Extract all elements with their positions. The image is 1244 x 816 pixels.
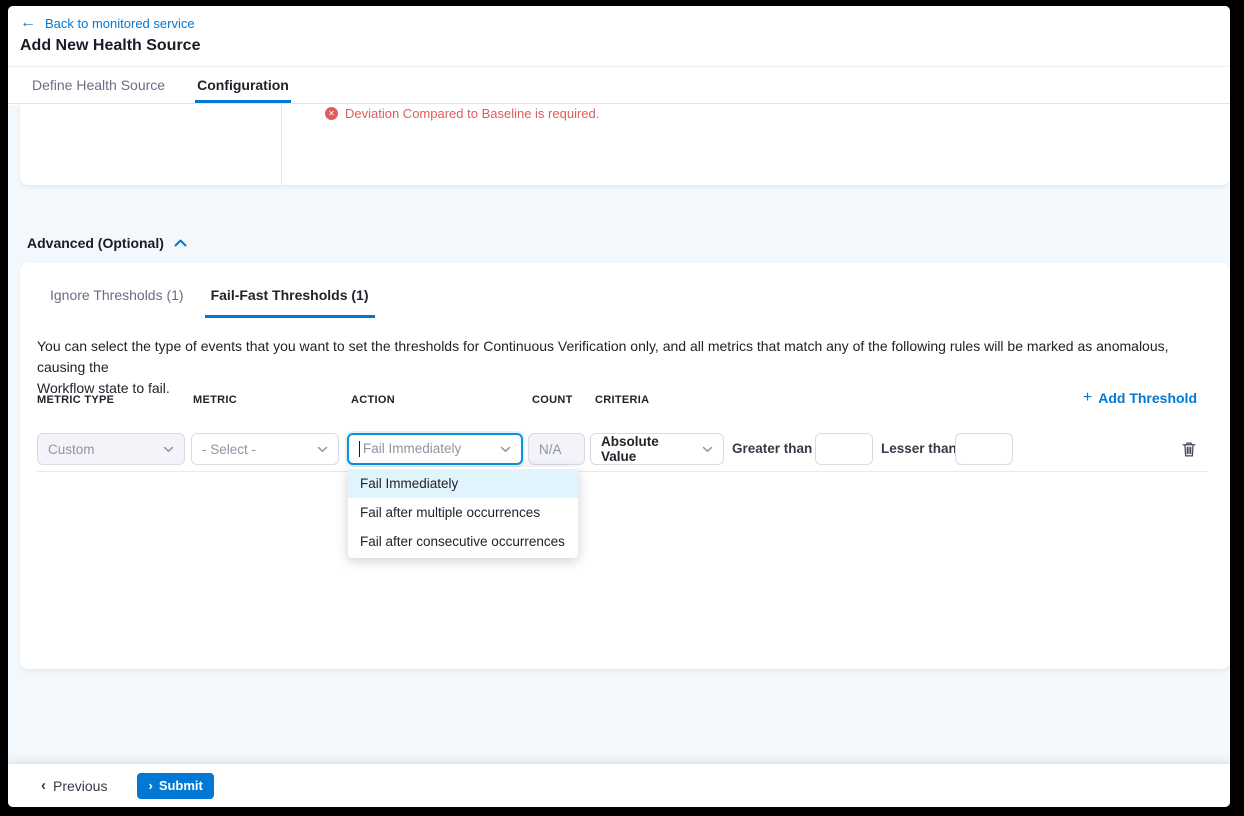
error-icon: ✕ bbox=[325, 107, 338, 120]
lesser-than-label: Lesser than bbox=[881, 441, 957, 456]
previous-button[interactable]: ‹ Previous bbox=[41, 777, 107, 794]
back-link[interactable]: ← Back to monitored service bbox=[20, 15, 195, 31]
metric-placeholder: - Select - bbox=[202, 442, 256, 457]
chevron-down-icon bbox=[163, 446, 174, 453]
page-tabbar: Define Health Source Configuration bbox=[8, 66, 1230, 104]
criteria-select[interactable]: Absolute Value bbox=[590, 433, 724, 465]
column-header-metric-type: METRIC TYPE bbox=[37, 394, 114, 406]
dropdown-option-fail-after-consecutive[interactable]: Fail after consecutive occurrences bbox=[348, 527, 578, 556]
advanced-section-toggle[interactable]: Advanced (Optional) bbox=[27, 235, 187, 251]
content-area: ✕ Deviation Compared to Baseline is requ… bbox=[8, 105, 1230, 763]
threshold-tabbar: Ignore Thresholds (1) Fail-Fast Threshol… bbox=[44, 287, 375, 318]
tab-define-health-source[interactable]: Define Health Source bbox=[30, 67, 167, 103]
text-cursor bbox=[359, 441, 360, 457]
add-threshold-label: Add Threshold bbox=[1098, 390, 1197, 406]
dropdown-option-fail-immediately[interactable]: Fail Immediately bbox=[348, 469, 578, 498]
criteria-value: Absolute Value bbox=[601, 434, 696, 464]
chevron-up-icon bbox=[174, 239, 187, 247]
advanced-section-label: Advanced (Optional) bbox=[27, 235, 164, 251]
metric-type-select: Custom bbox=[37, 433, 185, 465]
chevron-down-icon bbox=[317, 446, 328, 453]
column-header-count: COUNT bbox=[532, 394, 573, 406]
chevron-down-icon bbox=[702, 446, 713, 453]
trash-icon bbox=[1180, 440, 1198, 458]
chevron-left-icon: ‹ bbox=[41, 777, 46, 794]
column-header-metric: METRIC bbox=[193, 394, 237, 406]
threshold-row: Custom - Select - Fail Immediately bbox=[37, 433, 1207, 465]
column-header-criteria: CRITERIA bbox=[595, 394, 649, 406]
greater-than-input[interactable] bbox=[815, 433, 873, 465]
add-threshold-button[interactable]: + Add Threshold bbox=[1083, 390, 1197, 406]
chevron-right-icon: › bbox=[148, 778, 152, 793]
app-window: ← Back to monitored service Add New Heal… bbox=[8, 6, 1230, 807]
column-header-action: ACTION bbox=[351, 394, 395, 406]
lesser-than-input[interactable] bbox=[955, 433, 1013, 465]
back-arrow-icon: ← bbox=[20, 15, 36, 31]
tab-ignore-thresholds[interactable]: Ignore Thresholds (1) bbox=[44, 287, 190, 318]
tab-fail-fast-thresholds[interactable]: Fail-Fast Thresholds (1) bbox=[205, 287, 375, 318]
action-value: Fail Immediately bbox=[359, 441, 461, 457]
chevron-down-icon bbox=[500, 446, 511, 453]
thresholds-card: Ignore Thresholds (1) Fail-Fast Threshol… bbox=[20, 263, 1230, 669]
action-select[interactable]: Fail Immediately bbox=[347, 433, 523, 465]
count-input: N/A bbox=[528, 433, 585, 465]
footer-bar: ‹ Previous › Submit bbox=[8, 763, 1230, 807]
thresholds-description: You can select the type of events that y… bbox=[37, 336, 1207, 399]
metric-type-value: Custom bbox=[48, 442, 95, 457]
description-line-1: You can select the type of events that y… bbox=[37, 336, 1207, 378]
dropdown-option-fail-after-multiple[interactable]: Fail after multiple occurrences bbox=[348, 498, 578, 527]
metric-select[interactable]: - Select - bbox=[191, 433, 339, 465]
page-header: ← Back to monitored service Add New Heal… bbox=[8, 6, 1230, 66]
panel-divider bbox=[281, 105, 282, 185]
row-divider bbox=[37, 471, 1207, 472]
plus-icon: + bbox=[1083, 390, 1092, 406]
error-message: Deviation Compared to Baseline is requir… bbox=[345, 106, 599, 121]
tab-configuration[interactable]: Configuration bbox=[195, 67, 291, 103]
submit-button[interactable]: › Submit bbox=[137, 773, 213, 799]
greater-than-label: Greater than bbox=[732, 441, 812, 456]
metric-form-card: ✕ Deviation Compared to Baseline is requ… bbox=[20, 105, 1230, 185]
back-link-label: Back to monitored service bbox=[45, 16, 195, 31]
previous-label: Previous bbox=[53, 778, 107, 794]
submit-label: Submit bbox=[159, 778, 203, 793]
delete-threshold-button[interactable] bbox=[1180, 440, 1198, 458]
action-dropdown-menu: Fail Immediately Fail after multiple occ… bbox=[348, 467, 578, 558]
validation-error: ✕ Deviation Compared to Baseline is requ… bbox=[325, 106, 599, 121]
page-title: Add New Health Source bbox=[20, 37, 200, 55]
